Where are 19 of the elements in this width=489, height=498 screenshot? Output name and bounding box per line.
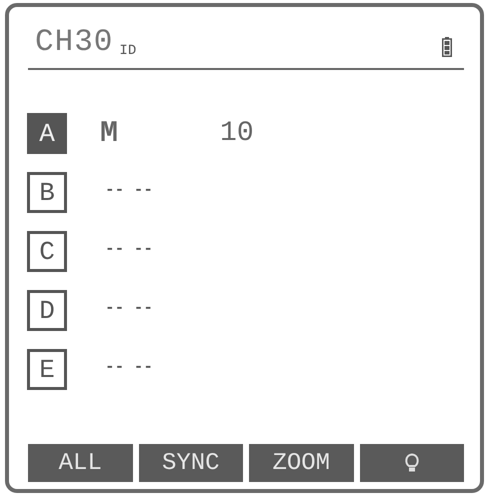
channel-label: CH30 [35,27,114,58]
function-button[interactable]: SYNC [138,444,243,482]
channel-button[interactable]: C [27,231,67,272]
bulb-icon [404,453,420,473]
function-button[interactable]: ALL [28,444,132,482]
channel-button[interactable]: D [27,290,67,331]
channel-button[interactable]: A [27,113,67,154]
function-button[interactable]: ZOOM [249,444,354,482]
value-text: 10 [220,118,254,149]
id-label: ID [119,44,136,58]
empty-text: -- -- [105,298,154,316]
mode-text: M [100,116,118,150]
channel-button[interactable]: E [27,349,67,390]
empty-text: -- -- [105,240,154,258]
battery-icon [442,37,452,57]
channel-button[interactable]: B [27,172,67,213]
light-button[interactable] [360,444,464,482]
empty-text: -- -- [105,358,154,376]
empty-text: -- -- [105,180,154,198]
